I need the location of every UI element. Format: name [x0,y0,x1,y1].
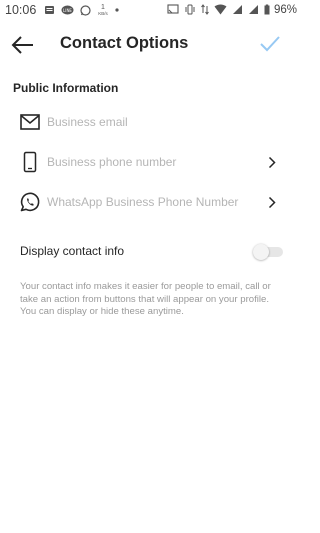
page-title: Contact Options [60,34,189,52]
battery-icon [264,4,270,15]
svg-text:LINE: LINE [63,7,72,12]
business-phone-row[interactable]: Business phone number [0,142,300,182]
toggle-knob [253,244,269,260]
mail-icon [20,114,40,130]
status-right-icons [167,4,270,15]
status-time: 10:06 [5,3,37,17]
dot-icon [115,8,119,12]
business-email-row[interactable]: Business email [0,102,300,142]
status-left-icons: LINE 1 KB/s [44,4,119,16]
phone-icon [23,151,37,173]
whatsapp-notification-icon [80,4,91,16]
app-bar: Contact Options [0,22,300,66]
signal-icon [233,5,242,14]
line-app-icon: LINE [61,5,74,14]
chevron-right-icon [268,196,276,209]
wifi-icon [214,4,227,15]
help-text: Your contact info makes it easier for pe… [20,281,271,317]
section-title: Public Information [13,81,119,95]
vibrate-icon [185,4,195,15]
message-notification-icon [45,5,54,14]
cast-icon [167,4,179,14]
status-bar: 10:06 LINE 1 KB/s 96% [0,0,300,22]
data-arrows-icon [201,4,209,15]
network-speed-unit: KB/s [98,11,108,16]
network-speed: 1 KB/s [97,4,109,16]
checkmark-icon [260,36,280,52]
whatsapp-number-row[interactable]: WhatsApp Business Phone Number [0,182,300,222]
whatsapp-number-field: WhatsApp Business Phone Number [47,195,239,209]
display-contact-row: Display contact info [0,236,300,268]
confirm-button[interactable] [258,34,282,54]
whatsapp-icon [20,192,40,212]
display-contact-toggle[interactable] [253,244,283,260]
network-speed-value: 1 [101,4,105,11]
chevron-right-icon [268,156,276,169]
signal-icon-2 [249,5,258,14]
business-phone-field: Business phone number [47,155,177,169]
display-contact-label: Display contact info [20,244,125,258]
business-email-field: Business email [47,115,128,129]
battery-percent: 96% [273,4,297,16]
back-button[interactable] [10,34,36,56]
back-arrow-icon [11,36,33,54]
